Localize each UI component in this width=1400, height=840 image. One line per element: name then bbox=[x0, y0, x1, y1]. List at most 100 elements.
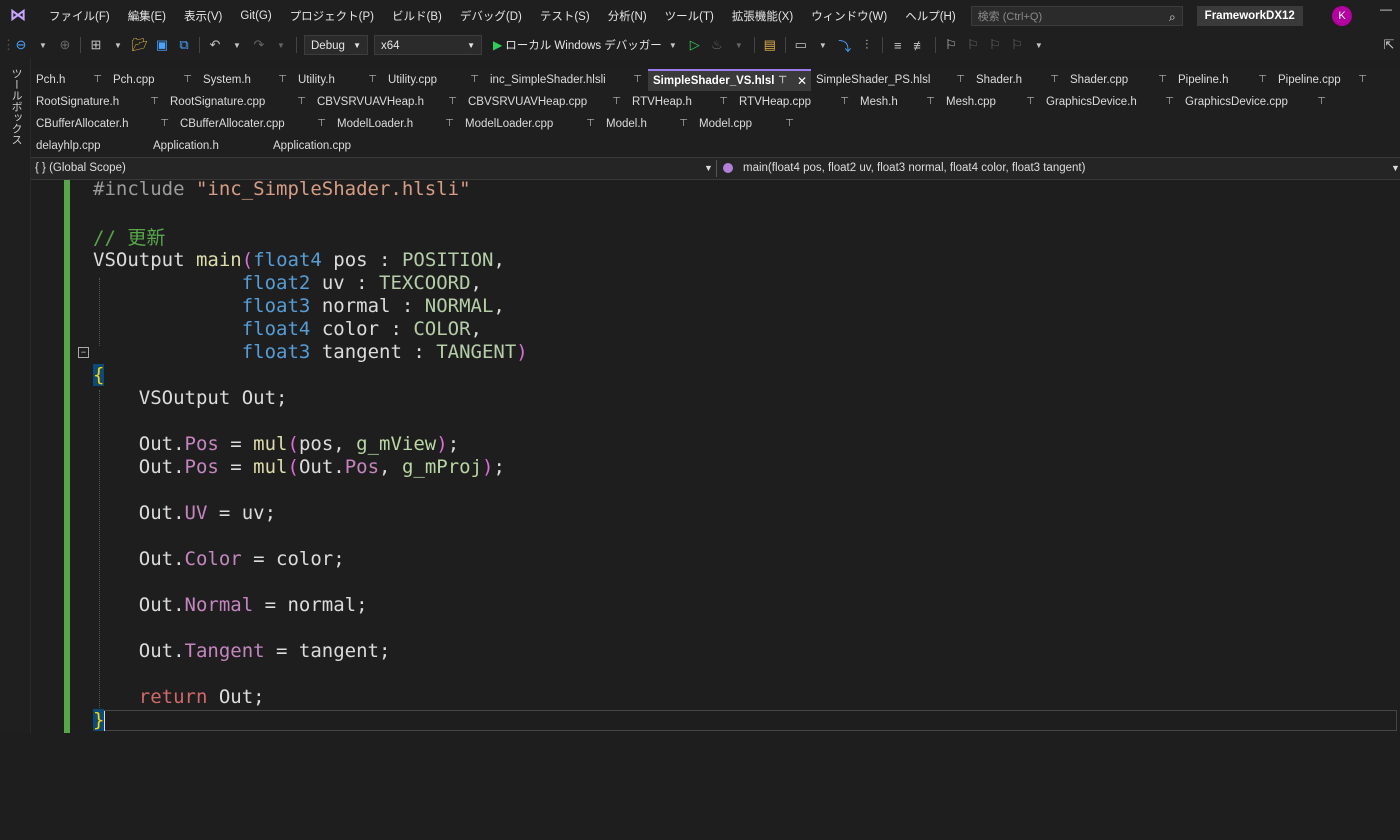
tab-utility-cpp[interactable]: Utility.cpp ⊤ bbox=[383, 69, 485, 91]
tab-delayhlp-cpp[interactable]: delayhlp.cpp bbox=[31, 135, 148, 157]
uncomment-icon[interactable]: ≢ bbox=[911, 38, 929, 53]
scope-dropdown[interactable]: { } (Global Scope) bbox=[35, 158, 715, 179]
pin-icon[interactable]: ⊤ bbox=[586, 113, 595, 135]
tab-pch-h[interactable]: Pch.h ⊤ bbox=[31, 69, 108, 91]
tab-simpleshader-vs-hlsl[interactable]: SimpleShader_VS.hlsl ⊤ ✕ bbox=[648, 69, 811, 91]
tab-system-h[interactable]: System.h ⊤ bbox=[198, 69, 293, 91]
format-icon[interactable]: ⫶ bbox=[858, 37, 876, 53]
tab-pch-cpp[interactable]: Pch.cpp ⊤ bbox=[108, 69, 198, 91]
pin-icon[interactable]: ⊤ bbox=[183, 69, 192, 91]
menu-build[interactable]: ビルド(B) bbox=[383, 8, 451, 24]
code-content[interactable]: #include "inc_SimpleShader.hlsli" // 更新 … bbox=[93, 178, 528, 840]
pin-icon[interactable]: ⊤ bbox=[278, 69, 287, 91]
tab-rootsignature-cpp[interactable]: RootSignature.cpp ⊤ bbox=[165, 91, 312, 113]
pin-icon[interactable]: ⊤ bbox=[1050, 69, 1059, 91]
menu-analyze[interactable]: 分析(N) bbox=[599, 8, 656, 24]
menu-test[interactable]: テスト(S) bbox=[531, 8, 599, 24]
tab-rtvheap-cpp[interactable]: RTVHeap.cpp ⊤ bbox=[734, 91, 855, 113]
pin-icon[interactable]: ⊤ bbox=[956, 69, 965, 91]
menu-edit[interactable]: 編集(E) bbox=[119, 8, 175, 24]
toolbox-tab[interactable]: ツールボックス bbox=[8, 68, 24, 145]
step-icon[interactable]: ⤵ bbox=[836, 36, 854, 55]
avatar[interactable]: K bbox=[1332, 6, 1352, 26]
tab-mesh-cpp[interactable]: Mesh.cpp ⊤ bbox=[941, 91, 1041, 113]
pin-icon[interactable]: ⊤ bbox=[778, 71, 787, 91]
new-project-icon[interactable]: ⊞ bbox=[87, 37, 105, 53]
menu-debug[interactable]: デバッグ(D) bbox=[451, 8, 531, 24]
debug-target-button[interactable]: ローカル Windows デバッガー bbox=[505, 37, 662, 53]
undo-icon[interactable]: ↶ bbox=[206, 37, 224, 53]
pin-icon[interactable]: ⊤ bbox=[719, 91, 728, 113]
chevron-down-icon[interactable]: ▼ bbox=[704, 158, 713, 179]
tab-cbvsrvuavheap-h[interactable]: CBVSRVUAVHeap.h ⊤ bbox=[312, 91, 463, 113]
pin-icon[interactable]: ⊤ bbox=[1358, 69, 1367, 91]
start-debugging-icon[interactable]: ▶ bbox=[493, 38, 502, 52]
chevron-down-icon[interactable]: ▼ bbox=[1391, 158, 1400, 179]
pin-icon[interactable]: ⊤ bbox=[470, 69, 479, 91]
tab-modelloader-cpp[interactable]: ModelLoader.cpp ⊤ bbox=[460, 113, 601, 135]
dropdown-icon[interactable]: ▼ bbox=[814, 41, 832, 50]
tab-shader-cpp[interactable]: Shader.cpp ⊤ bbox=[1065, 69, 1173, 91]
tab-graphicsdevice-cpp[interactable]: GraphicsDevice.cpp ⊤ bbox=[1180, 91, 1332, 113]
collapse-icon[interactable]: − bbox=[78, 347, 89, 358]
tab-inc-simpleshader-hlsli[interactable]: inc_SimpleShader.hlsli ⊤ bbox=[485, 69, 648, 91]
menu-window[interactable]: ウィンドウ(W) bbox=[802, 8, 896, 24]
tab-simpleshader-ps-hlsl[interactable]: SimpleShader_PS.hlsl ⊤ bbox=[811, 69, 971, 91]
tab-cbufferallocater-h[interactable]: CBufferAllocater.h ⊤ bbox=[31, 113, 175, 135]
pin-icon[interactable]: ⊤ bbox=[679, 113, 688, 135]
menu-project[interactable]: プロジェクト(P) bbox=[281, 8, 383, 24]
tab-rootsignature-h[interactable]: RootSignature.h ⊤ bbox=[31, 91, 165, 113]
dropdown-icon[interactable]: ▼ bbox=[109, 41, 127, 50]
dropdown-icon[interactable]: ▼ bbox=[1030, 41, 1048, 50]
tab-rtvheap-h[interactable]: RTVHeap.h ⊤ bbox=[627, 91, 734, 113]
pin-icon[interactable]: ⊤ bbox=[1026, 91, 1035, 113]
tab-application-h[interactable]: Application.h bbox=[148, 135, 268, 157]
menu-extensions[interactable]: 拡張機能(X) bbox=[723, 8, 802, 24]
pin-icon[interactable]: ⊤ bbox=[1317, 91, 1326, 113]
dropdown-icon[interactable]: ▼ bbox=[664, 41, 682, 50]
pin-icon[interactable]: ⊤ bbox=[317, 113, 326, 135]
tab-modelloader-h[interactable]: ModelLoader.h ⊤ bbox=[332, 113, 460, 135]
tab-pipeline-h[interactable]: Pipeline.h ⊤ bbox=[1173, 69, 1273, 91]
tab-shader-h[interactable]: Shader.h ⊤ bbox=[971, 69, 1065, 91]
next-bookmark-icon[interactable]: ⚐ bbox=[986, 37, 1004, 53]
tab-cbufferallocater-cpp[interactable]: CBufferAllocater.cpp ⊤ bbox=[175, 113, 332, 135]
prev-bookmark-icon[interactable]: ⚐ bbox=[964, 37, 982, 53]
forward-icon[interactable]: ⊕ bbox=[56, 37, 74, 53]
pin-icon[interactable]: ⊤ bbox=[93, 69, 102, 91]
pin-icon[interactable]: ⊤ bbox=[150, 91, 159, 113]
function-dropdown[interactable]: main(float4 pos, float2 uv, float3 norma… bbox=[743, 158, 1085, 179]
start-without-debugging-icon[interactable]: ▷ bbox=[686, 37, 704, 53]
close-icon[interactable]: ✕ bbox=[797, 71, 807, 91]
dropdown-icon[interactable]: ▼ bbox=[34, 41, 52, 50]
back-icon[interactable]: ⊖ bbox=[12, 37, 30, 53]
dropdown-icon[interactable]: ▼ bbox=[730, 41, 748, 50]
menu-git[interactable]: Git(G) bbox=[231, 10, 280, 22]
save-all-icon[interactable]: ⧉ bbox=[175, 37, 193, 53]
tab-pipeline-cpp[interactable]: Pipeline.cpp ⊤ bbox=[1273, 69, 1373, 91]
redo-icon[interactable]: ↷ bbox=[250, 37, 268, 53]
pin-icon[interactable]: ⊤ bbox=[840, 91, 849, 113]
pin-icon[interactable]: ⊤ bbox=[785, 113, 794, 135]
comment-icon[interactable]: ≡ bbox=[889, 38, 907, 53]
clear-bookmarks-icon[interactable]: ⚐ bbox=[1008, 37, 1026, 53]
solution-explorer-icon[interactable]: ▤ bbox=[761, 37, 779, 53]
pin-icon[interactable]: ⊤ bbox=[445, 113, 454, 135]
pin-icon[interactable]: ⊤ bbox=[633, 69, 642, 91]
live-share-icon[interactable]: ⇱ bbox=[1380, 37, 1398, 53]
menu-help[interactable]: ヘルプ(H) bbox=[896, 8, 964, 24]
pin-icon[interactable]: ⊤ bbox=[926, 91, 935, 113]
window-layout-icon[interactable]: ▭ bbox=[792, 37, 810, 53]
pin-icon[interactable]: ⊤ bbox=[368, 69, 377, 91]
tab-mesh-h[interactable]: Mesh.h ⊤ bbox=[855, 91, 941, 113]
open-folder-icon[interactable]: 📂︎ bbox=[131, 37, 149, 53]
dropdown-icon[interactable]: ▼ bbox=[272, 41, 290, 50]
dropdown-icon[interactable]: ▼ bbox=[228, 41, 246, 50]
menu-view[interactable]: 表示(V) bbox=[175, 8, 231, 24]
pin-icon[interactable]: ⊤ bbox=[1165, 91, 1174, 113]
code-editor[interactable]: − #include "inc_SimpleShader.hlsli" // 更… bbox=[31, 178, 1400, 733]
minimize-icon[interactable]: — bbox=[1380, 2, 1392, 16]
platform-select[interactable]: x64 ▼ bbox=[374, 35, 482, 55]
bookmark-icon[interactable]: ⚐ bbox=[942, 37, 960, 53]
tab-model-h[interactable]: Model.h ⊤ bbox=[601, 113, 694, 135]
